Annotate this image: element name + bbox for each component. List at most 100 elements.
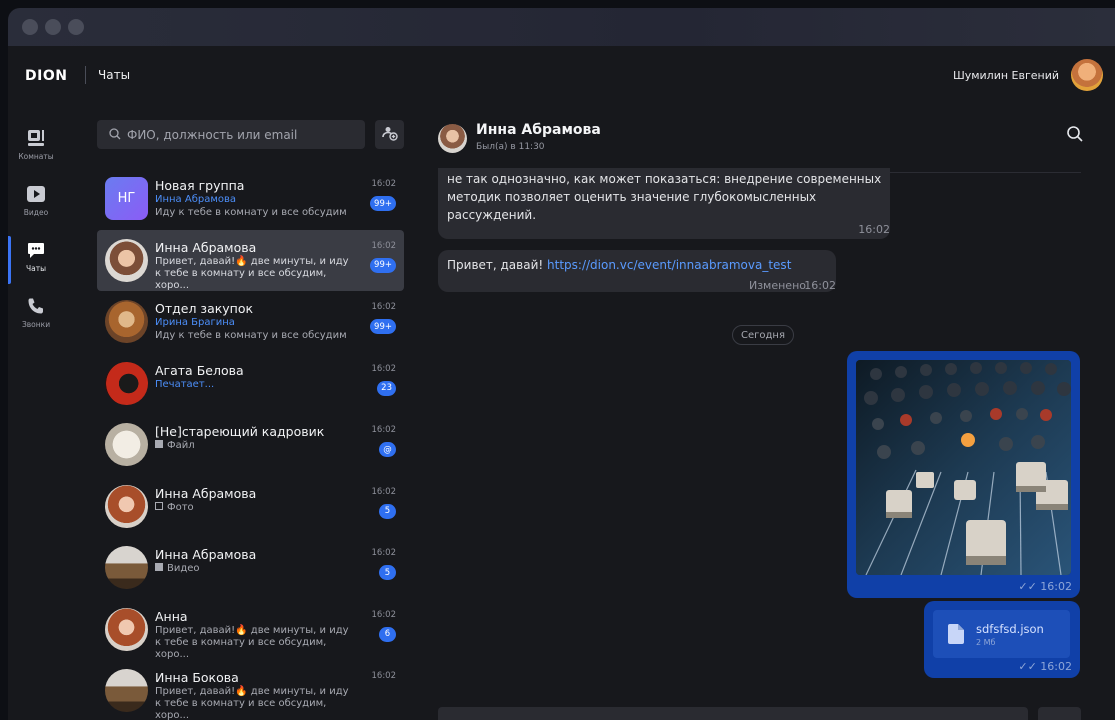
app-logo: DION bbox=[25, 68, 68, 84]
nav-item-chats[interactable]: Чаты bbox=[8, 228, 64, 284]
chat-author: Инна Абрамова bbox=[155, 194, 237, 205]
avatar bbox=[105, 546, 148, 589]
chat-name: Анна bbox=[155, 608, 188, 624]
chat-name: Инна Абрамова bbox=[155, 547, 257, 562]
preview-text: Файл bbox=[167, 440, 195, 451]
chat-time: 16:02 bbox=[371, 302, 397, 312]
chat-item[interactable]: Агата Белова 16:02 Печатает... 23 bbox=[97, 353, 404, 415]
message-time-text: 16:02 bbox=[1040, 580, 1072, 593]
avatar bbox=[105, 238, 148, 282]
avatar bbox=[105, 423, 148, 466]
unread-badge: 5 bbox=[379, 503, 396, 519]
nav-item-video[interactable]: Видео bbox=[8, 172, 64, 228]
avatar bbox=[105, 669, 148, 712]
chat-preview: Файл bbox=[155, 440, 355, 452]
chat-preview: Иду к тебе в комнату и все обсудим bbox=[155, 330, 347, 341]
rooms-icon bbox=[26, 128, 46, 148]
avatar bbox=[105, 607, 148, 651]
preview-text: Фото bbox=[167, 501, 194, 513]
date-separator: Сегодня bbox=[732, 325, 794, 345]
chat-item[interactable]: Инна Абрамова 16:02 Фото 5 bbox=[97, 476, 404, 538]
conversation-header: Инна Абрамова Был(а) в 11:30 bbox=[438, 120, 1098, 160]
chat-item[interactable]: НГ Новая группа 16:02 Инна Абрамова Иду … bbox=[97, 168, 404, 230]
chat-preview: Привет, давай!🔥 две минуты, и иду к тебе… bbox=[155, 255, 349, 291]
chat-time: 16:02 bbox=[371, 486, 397, 497]
typing-indicator: Печатает... bbox=[155, 378, 215, 390]
chat-item[interactable]: Инна Абрамова 16:02 Видео 5 bbox=[97, 537, 404, 599]
nav-label-calls: Звонки bbox=[21, 319, 51, 329]
search-box bbox=[97, 120, 365, 149]
unread-badge: 99+ bbox=[370, 319, 396, 334]
chat-list: НГ Новая группа 16:02 Инна Абрамова Иду … bbox=[97, 168, 404, 720]
window-close-dot[interactable] bbox=[22, 19, 38, 35]
outgoing-file-message[interactable]: sdfsfsd.json 2 Мб ✓✓ 16:02 bbox=[924, 601, 1080, 678]
search-icon[interactable] bbox=[1066, 125, 1084, 143]
chat-name: Агата Белова bbox=[155, 362, 244, 378]
chat-time: 16:02 bbox=[371, 609, 397, 620]
chat-name: Отдел закупок bbox=[155, 301, 254, 316]
user-name[interactable]: Шумилин Евгений bbox=[953, 69, 1059, 82]
chat-item[interactable]: Инна Бокова 16:02 Привет, давай!🔥 две ми… bbox=[97, 660, 404, 720]
incoming-message[interactable]: Привет, давай! https://dion.vc/event/inn… bbox=[438, 250, 836, 292]
chat-name: Новая группа bbox=[155, 178, 245, 193]
window-minimize-dot[interactable] bbox=[45, 19, 61, 35]
new-chat-button[interactable] bbox=[375, 120, 404, 149]
message-time: 16:02 bbox=[858, 223, 890, 236]
photo-attachment[interactable] bbox=[856, 360, 1071, 575]
file-name: sdfsfsd.json bbox=[976, 622, 1044, 636]
chat-time: 16:02 bbox=[371, 363, 397, 374]
search-icon bbox=[109, 125, 121, 144]
mention-badge: @ bbox=[379, 442, 396, 457]
file-attachment[interactable]: sdfsfsd.json 2 Мб bbox=[933, 610, 1070, 658]
chat-item-active[interactable]: Инна Абрамова 16:02 Привет, давай!🔥 две … bbox=[97, 229, 404, 291]
contact-status: Был(а) в 11:30 bbox=[476, 142, 545, 152]
section-title: Чаты bbox=[98, 68, 131, 82]
video-preview-icon bbox=[155, 563, 163, 571]
contact-name[interactable]: Инна Абрамова bbox=[476, 122, 601, 138]
nav-item-rooms[interactable]: Комнаты bbox=[8, 116, 64, 172]
group-initials: НГ bbox=[117, 191, 136, 206]
title-bar bbox=[8, 8, 1115, 46]
video-icon bbox=[26, 184, 46, 204]
window-maximize-dot[interactable] bbox=[68, 19, 84, 35]
file-icon bbox=[155, 440, 163, 448]
unread-badge: 99+ bbox=[370, 196, 396, 211]
message-input[interactable] bbox=[438, 707, 1028, 720]
contact-avatar[interactable] bbox=[438, 124, 467, 153]
side-nav: Комнаты Видео Чаты Звонки bbox=[8, 116, 64, 340]
message-time-text: 16:02 bbox=[1040, 660, 1072, 673]
chat-name: Инна Абрамова bbox=[155, 485, 257, 501]
header-divider bbox=[85, 66, 86, 84]
top-bar: DION Чаты Шумилин Евгений bbox=[8, 46, 1115, 102]
message-text: Привет, давай! https://dion.vc/event/inn… bbox=[447, 256, 791, 274]
chat-item[interactable]: [Не]стареющий кадровик 16:02 Файл @ bbox=[97, 414, 404, 476]
chat-time: 16:02 bbox=[371, 179, 397, 189]
nav-label-chats: Чаты bbox=[25, 263, 47, 273]
nav-label-video: Видео bbox=[23, 207, 49, 217]
user-avatar[interactable] bbox=[1071, 59, 1103, 91]
unread-badge: 23 bbox=[377, 380, 396, 396]
nav-item-calls[interactable]: Звонки bbox=[8, 284, 64, 340]
message-time: ✓✓ 16:02 bbox=[1018, 580, 1072, 593]
preview-text: Видео bbox=[167, 563, 200, 574]
search-input[interactable] bbox=[127, 127, 347, 142]
chat-item[interactable]: Отдел закупок 16:02 Ирина Брагина Иду к … bbox=[97, 291, 404, 353]
chat-name: [Не]стареющий кадровик bbox=[155, 424, 325, 439]
message-text: не так однозначно, как может показаться:… bbox=[447, 172, 882, 222]
send-button[interactable] bbox=[1038, 707, 1081, 720]
chat-time: 16:02 bbox=[371, 671, 397, 681]
chat-author: Ирина Брагина bbox=[155, 317, 235, 328]
outgoing-photo-message[interactable]: ✓✓ 16:02 bbox=[847, 351, 1080, 598]
photo-icon bbox=[155, 501, 163, 510]
chat-icon bbox=[26, 240, 46, 260]
chat-item[interactable]: Анна 16:02 Привет, давай!🔥 две минуты, и… bbox=[97, 599, 404, 661]
message-link[interactable]: https://dion.vc/event/innaabramova_test bbox=[547, 258, 791, 272]
phone-icon bbox=[26, 296, 46, 316]
file-size: 2 Мб bbox=[976, 638, 996, 647]
chat-time: 16:02 bbox=[371, 548, 397, 558]
chat-time: 16:02 bbox=[371, 240, 397, 251]
nav-label-rooms: Комнаты bbox=[18, 151, 54, 161]
incoming-message[interactable]: не так однозначно, как может показаться:… bbox=[438, 168, 890, 239]
message-body: Привет, давай! bbox=[447, 258, 548, 272]
chat-preview: Фото bbox=[155, 501, 355, 514]
